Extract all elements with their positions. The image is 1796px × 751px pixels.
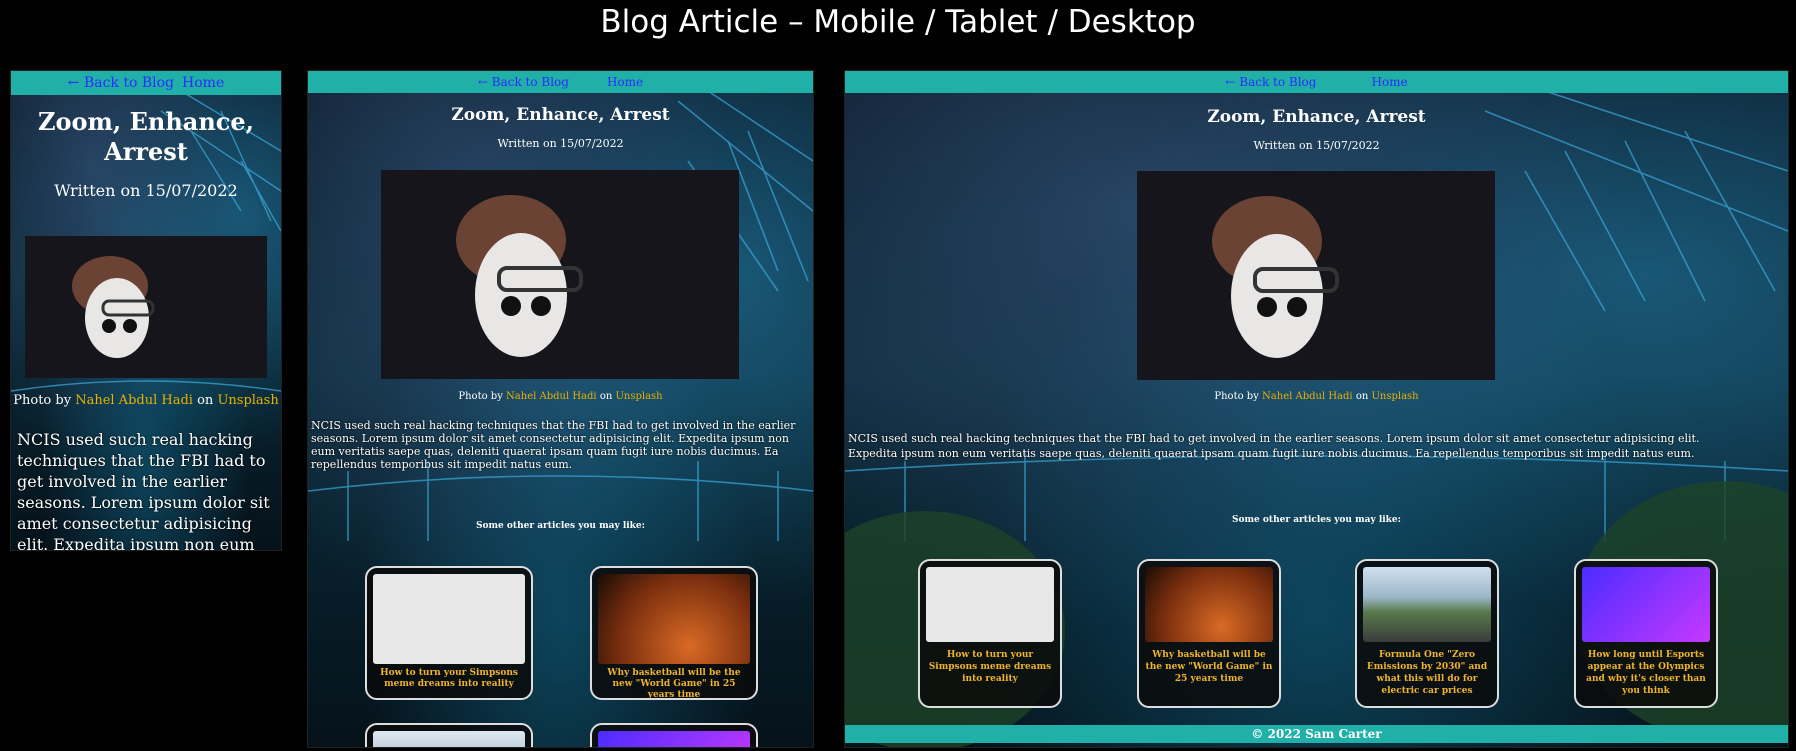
article-card[interactable] xyxy=(365,723,533,747)
article-card[interactable] xyxy=(590,723,758,747)
article-card[interactable]: How to turn your Simpsons meme dreams in… xyxy=(918,559,1062,708)
photographer-link[interactable]: Nahel Abdul Hadi xyxy=(75,393,193,408)
article-card[interactable]: Formula One "Zero Emissions by 2030" and… xyxy=(1355,559,1499,708)
photographer-link[interactable]: Nahel Abdul Hadi xyxy=(1262,391,1353,402)
card-caption: How long until Esports appear at the Oly… xyxy=(1586,650,1706,696)
card-thumbnail xyxy=(373,731,525,747)
site-footer: © 2022 Sam Carter xyxy=(845,725,1788,743)
card-thumbnail xyxy=(1145,567,1273,642)
card-caption: How to turn your Simpsons meme dreams in… xyxy=(928,650,1052,684)
nav-bar: ← Back to Blog Home xyxy=(845,71,1788,93)
article-title: Zoom, Enhance, Arrest xyxy=(451,105,670,125)
written-date: Written on 15/07/2022 xyxy=(1253,139,1380,152)
article-body: NCIS used such real hacking techniques t… xyxy=(17,430,270,551)
nav-bar: ← Back to Blog Home xyxy=(11,71,281,95)
other-articles-heading: Some other articles you may like: xyxy=(476,521,645,531)
back-to-blog-link[interactable]: ← Back to Blog xyxy=(478,75,569,89)
photo-credit: Photo by Nahel Abdul Hadi on Unsplash xyxy=(13,393,279,408)
unsplash-link[interactable]: Unsplash xyxy=(217,393,278,408)
mobile-frame: ← Back to Blog Home Zoom, Enhance, Arres… xyxy=(10,70,282,551)
photo-credit: Photo by Nahel Abdul Hadi on Unsplash xyxy=(1214,391,1419,402)
article-title: Zoom, Enhance, Arrest xyxy=(1207,107,1426,127)
written-date: Written on 15/07/2022 xyxy=(497,137,624,150)
card-thumbnail xyxy=(598,574,750,664)
article-body: NCIS used such real hacking techniques t… xyxy=(311,419,796,471)
article-title: Zoom, Enhance, Arrest xyxy=(37,107,255,166)
article-body: NCIS used such real hacking techniques t… xyxy=(848,432,1700,460)
card-thumbnail xyxy=(1582,567,1710,642)
tablet-frame: ← Back to Blog Home Zoom, Enhance, Arres… xyxy=(307,70,814,748)
written-date: Written on 15/07/2022 xyxy=(54,181,238,200)
card-thumbnail xyxy=(926,567,1054,642)
unsplash-link[interactable]: Unsplash xyxy=(615,391,662,402)
photo-credit: Photo by Nahel Abdul Hadi on Unsplash xyxy=(458,391,663,402)
back-to-blog-link[interactable]: ← Back to Blog xyxy=(1225,75,1316,89)
card-thumbnail xyxy=(1363,567,1491,642)
other-articles-heading: Some other articles you may like: xyxy=(1232,515,1401,525)
card-thumbnail xyxy=(373,574,525,664)
article-card[interactable]: Why basketball will be the new "World Ga… xyxy=(590,566,758,700)
article-card[interactable]: How to turn your Simpsons meme dreams in… xyxy=(365,566,533,700)
article-photo xyxy=(381,170,739,379)
article-card[interactable]: How long until Esports appear at the Oly… xyxy=(1574,559,1718,708)
card-caption: Why basketball will be the new "World Ga… xyxy=(1145,650,1273,684)
article-photo xyxy=(25,236,267,378)
card-caption: How to turn your Simpsons meme dreams in… xyxy=(380,668,518,689)
home-link[interactable]: Home xyxy=(182,75,224,91)
back-to-blog-link[interactable]: ← Back to Blog xyxy=(68,75,174,91)
unsplash-link[interactable]: Unsplash xyxy=(1371,391,1418,402)
nav-bar: ← Back to Blog Home xyxy=(308,71,813,93)
card-caption: Why basketball will be the new "World Ga… xyxy=(607,668,741,700)
desktop-frame: ← Back to Blog Home Zoom, Enhance, Arres… xyxy=(844,70,1789,748)
article-photo xyxy=(1137,171,1495,380)
card-caption: Formula One "Zero Emissions by 2030" and… xyxy=(1366,650,1488,696)
photographer-link[interactable]: Nahel Abdul Hadi xyxy=(506,391,597,402)
home-link[interactable]: Home xyxy=(607,75,643,89)
card-thumbnail xyxy=(598,731,750,747)
article-card[interactable]: Why basketball will be the new "World Ga… xyxy=(1137,559,1281,708)
home-link[interactable]: Home xyxy=(1371,75,1407,89)
page-title: Blog Article – Mobile / Tablet / Desktop xyxy=(600,4,1196,40)
